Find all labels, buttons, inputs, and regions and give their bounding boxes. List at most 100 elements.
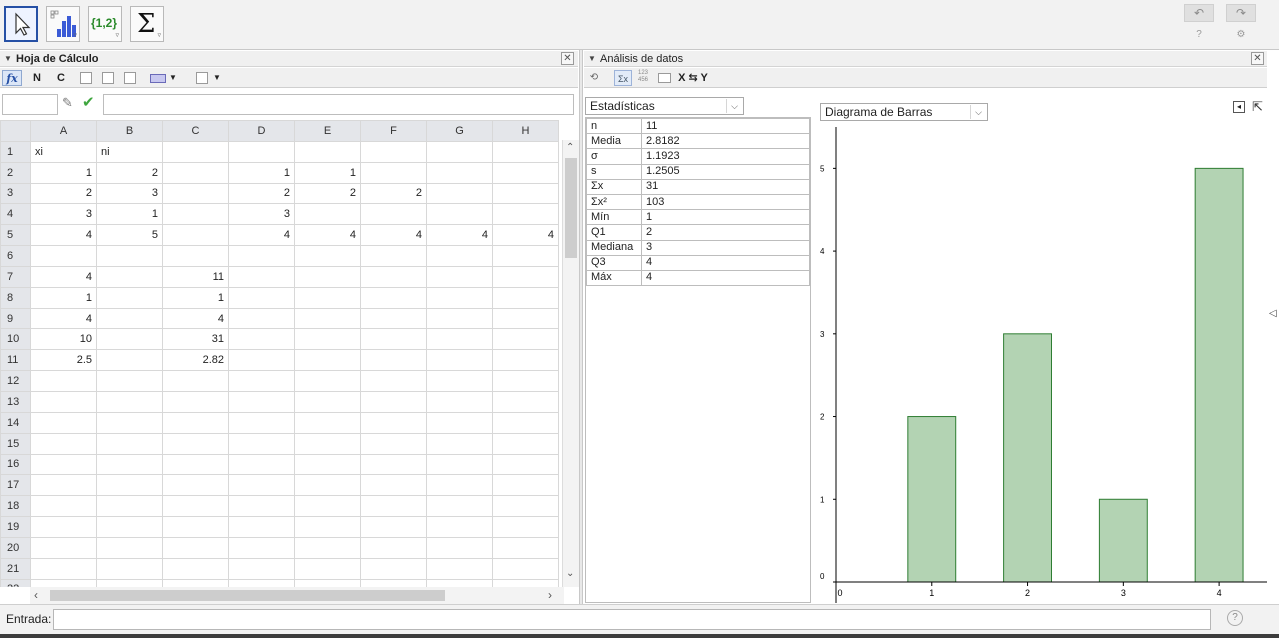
panel-splitter[interactable]: [579, 50, 583, 604]
spreadsheet-cell[interactable]: 2: [294, 182, 361, 205]
spreadsheet-cell[interactable]: [426, 161, 493, 184]
spreadsheet-cell[interactable]: [426, 182, 493, 205]
row-header[interactable]: 22: [0, 578, 31, 587]
spreadsheet-cell[interactable]: [426, 536, 493, 559]
spreadsheet-cell[interactable]: [294, 328, 361, 351]
spreadsheet-cell[interactable]: [228, 245, 295, 267]
spreadsheet-cell[interactable]: [228, 265, 295, 288]
spreadsheet-cell[interactable]: [492, 516, 559, 538]
spreadsheet-cell[interactable]: [492, 370, 559, 392]
spreadsheet-cell[interactable]: 1: [30, 161, 97, 184]
spreadsheet-cell[interactable]: [492, 307, 559, 330]
spreadsheet-cell[interactable]: 10: [30, 328, 97, 351]
redo-button[interactable]: ↷: [1226, 4, 1256, 22]
move-tool-button[interactable]: [4, 6, 38, 42]
spreadsheet-cell[interactable]: [360, 411, 427, 434]
spreadsheet-cell[interactable]: [162, 370, 229, 392]
spreadsheet-cell[interactable]: [426, 557, 493, 580]
spreadsheet-cell[interactable]: [360, 516, 427, 538]
spreadsheet-cell[interactable]: 2: [228, 182, 295, 205]
spreadsheet-cell[interactable]: [426, 516, 493, 538]
background-color-icon[interactable]: [150, 74, 166, 83]
spreadsheet-cell[interactable]: [426, 140, 493, 163]
spreadsheet-cell[interactable]: 2.5: [30, 349, 97, 372]
column-header[interactable]: C: [162, 120, 229, 142]
spreadsheet-cell[interactable]: [360, 557, 427, 580]
row-header[interactable]: 13: [0, 390, 31, 413]
spreadsheet-cell[interactable]: [294, 265, 361, 288]
spreadsheet-cell[interactable]: [360, 307, 427, 330]
spreadsheet-cell[interactable]: [228, 432, 295, 455]
undo-button[interactable]: ↶: [1184, 4, 1214, 22]
spreadsheet-cell[interactable]: [492, 328, 559, 351]
options-icon[interactable]: ◂: [1233, 101, 1245, 113]
spreadsheet-cell[interactable]: 1: [294, 161, 361, 184]
spreadsheet-cell[interactable]: [96, 536, 163, 559]
spreadsheet-cell[interactable]: [294, 203, 361, 226]
spreadsheet-cell[interactable]: 4: [30, 224, 97, 247]
spreadsheet-cell[interactable]: [30, 432, 97, 455]
spreadsheet-cell[interactable]: [96, 286, 163, 309]
list-tool-button[interactable]: {1,2} ▿: [88, 6, 122, 42]
spreadsheet-cell[interactable]: 2: [96, 161, 163, 184]
spreadsheet-cell[interactable]: [30, 557, 97, 580]
row-header[interactable]: 18: [0, 495, 31, 518]
spreadsheet-cell[interactable]: [294, 578, 361, 587]
spreadsheet-cell[interactable]: 11: [162, 265, 229, 288]
spreadsheet-cell[interactable]: [426, 432, 493, 455]
spreadsheet-cell[interactable]: [492, 557, 559, 580]
spreadsheet-cell[interactable]: [426, 349, 493, 372]
spreadsheet-cell[interactable]: [162, 161, 229, 184]
spreadsheet-cell[interactable]: [360, 390, 427, 413]
spreadsheet-cell[interactable]: 4: [426, 224, 493, 247]
vertical-scroll-thumb[interactable]: [565, 158, 577, 258]
spreadsheet-cell[interactable]: [228, 140, 295, 163]
column-header[interactable]: H: [492, 120, 559, 142]
spreadsheet-cell[interactable]: [228, 557, 295, 580]
spreadsheet-cell[interactable]: [96, 516, 163, 538]
spreadsheet-cell[interactable]: [96, 370, 163, 392]
chevron-down-icon[interactable]: ▼: [168, 70, 178, 86]
spreadsheet-cell[interactable]: [360, 474, 427, 497]
row-header[interactable]: 19: [0, 516, 31, 538]
spreadsheet-cell[interactable]: 4: [294, 224, 361, 247]
row-header[interactable]: 3: [0, 182, 31, 205]
help-icon[interactable]: ?: [1184, 28, 1214, 42]
spreadsheet-cell[interactable]: [294, 245, 361, 267]
row-header[interactable]: 11: [0, 349, 31, 372]
fx-toggle-button[interactable]: fx: [2, 70, 22, 86]
spreadsheet-cell[interactable]: [492, 453, 559, 476]
swap-xy-button[interactable]: X ⇆ Y: [676, 70, 710, 86]
spreadsheet-cell[interactable]: [30, 474, 97, 497]
spreadsheet-cell[interactable]: [294, 286, 361, 309]
spreadsheet-cell[interactable]: 2.82: [162, 349, 229, 372]
spreadsheet-cell[interactable]: 3: [30, 203, 97, 226]
scroll-up-icon[interactable]: ⌃: [566, 142, 574, 153]
bold-button[interactable]: N: [30, 70, 44, 86]
spreadsheet-cell[interactable]: xi: [30, 140, 97, 163]
input-help-icon[interactable]: ?: [1227, 610, 1243, 626]
spreadsheet-cell[interactable]: [162, 390, 229, 413]
spreadsheet-cell[interactable]: [30, 370, 97, 392]
spreadsheet-cell[interactable]: 31: [162, 328, 229, 351]
spreadsheet-cell[interactable]: [360, 495, 427, 518]
italic-button[interactable]: C: [54, 70, 68, 86]
column-header[interactable]: G: [426, 120, 493, 142]
spreadsheet-cell[interactable]: 3: [228, 203, 295, 226]
statistics-toggle-icon[interactable]: Σx: [614, 70, 632, 86]
row-header[interactable]: 14: [0, 411, 31, 434]
spreadsheet-cell[interactable]: [294, 411, 361, 434]
spreadsheet-cell[interactable]: [492, 140, 559, 163]
sum-tool-button[interactable]: Σ ▿: [130, 6, 164, 42]
row-header[interactable]: 20: [0, 536, 31, 559]
spreadsheet-cell[interactable]: [294, 453, 361, 476]
spreadsheet-cell[interactable]: [426, 390, 493, 413]
spreadsheet-cell[interactable]: [96, 557, 163, 580]
spreadsheet-cell[interactable]: [492, 161, 559, 184]
spreadsheet-cell[interactable]: [426, 265, 493, 288]
spreadsheet-cell[interactable]: 4: [30, 307, 97, 330]
spreadsheet-cell[interactable]: [492, 286, 559, 309]
spreadsheet-cell[interactable]: ni: [96, 140, 163, 163]
row-header[interactable]: 7: [0, 265, 31, 288]
spreadsheet-cell[interactable]: [492, 411, 559, 434]
